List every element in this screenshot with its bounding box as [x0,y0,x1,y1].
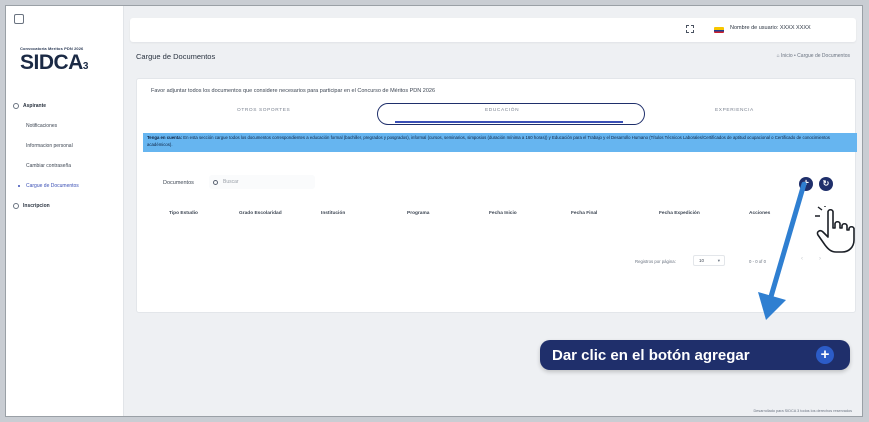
col-programa[interactable]: Programa [407,211,429,216]
user-icon [13,103,19,109]
rows-per-page-select[interactable]: 10 ▾ [693,255,725,266]
col-fecha-final[interactable]: Fecha Final [571,211,597,216]
hand-pointer-icon [815,206,855,253]
breadcrumb-text[interactable]: Inicio • Cargue de Documentos [781,53,850,59]
highlight-outline [377,103,645,125]
user-name[interactable]: Nombre de usuario: XXXX XXXX [730,25,811,31]
search-input[interactable] [223,179,303,185]
app-window: Convocatoria Meritos PDN 2026 SIDCA3 Asp… [5,5,863,417]
sidebar-item-label: Cargue de Documentos [26,183,79,189]
sidebar-item-label: Aspirante [23,103,47,109]
col-fecha-inicio[interactable]: Fecha Inicio [489,211,517,216]
col-tipo-estudio[interactable]: Tipo Estudio [169,211,198,216]
sidebar-item-cambiar-contrasena[interactable]: Cambiar contraseña [6,156,124,176]
notice-banner: Tenga en cuenta: En esta sección cargue … [143,133,857,152]
tab-otros-soportes[interactable]: OTROS SOPORTES [237,108,290,113]
sidebar-nav: Aspirante Notificaciones Informacion per… [6,96,124,216]
rows-per-page-label: Registros por página: [635,259,676,264]
plus-icon: + [816,346,834,364]
sidebar-item-notificaciones[interactable]: Notificaciones [6,116,124,136]
tab-bar: OTROS SOPORTES EDUCACIÓN EXPERIENCIA [137,103,857,129]
intro-text: Favor adjuntar todos los documentos que … [151,88,436,94]
menu-toggle-icon[interactable] [14,14,24,24]
sidebar-item-aspirante[interactable]: Aspirante [6,96,124,116]
callout-banner: Dar clic en el botón agregar + [540,340,850,370]
fullscreen-icon[interactable] [686,25,694,33]
tab-experiencia[interactable]: EXPERIENCIA [715,108,754,113]
sidebar-item-informacion-personal[interactable]: Informacion personal [6,136,124,156]
sidebar-item-label: Cambiar contraseña [26,163,72,169]
page-title: Cargue de Documentos [136,52,216,61]
search-box [209,175,315,189]
footer-text: Desarrollado para SIDCA 3 todos los dere… [753,409,852,413]
sidebar-item-label: Inscripcion [23,203,50,209]
sidebar: Convocatoria Meritos PDN 2026 SIDCA3 Asp… [6,6,124,416]
notice-title: Tenga en cuenta: [147,135,183,140]
sidebar-item-cargue-documentos[interactable]: Cargue de Documentos [6,176,124,196]
notice-body: En esta sección cargue todos los documen… [147,135,830,147]
active-dot-icon [18,185,20,187]
sidebar-item-label: Notificaciones [26,123,58,129]
clipboard-icon [13,203,19,209]
callout-text: Dar clic en el botón agregar [552,346,750,364]
sidebar-item-inscripcion[interactable]: Inscripcion [6,196,124,216]
chevron-down-icon: ▾ [717,258,720,263]
logo: SIDCA3 [20,51,88,75]
breadcrumb: ⌂ Inicio • Cargue de Documentos [777,53,850,59]
documents-label: Documentos [163,180,194,186]
sidebar-item-label: Informacion personal [26,143,73,149]
col-institucion[interactable]: Institución [321,211,345,216]
rows-per-page-value: 10 [699,258,705,263]
logo-text: SIDCA [20,51,83,74]
colombia-flag-icon [714,27,724,33]
pointer-arrow-icon [758,182,807,320]
col-grado-escolaridad[interactable]: Grado Escolaridad [239,211,282,216]
top-bar: Nombre de usuario: XXXX XXXX [130,18,856,42]
search-icon [213,179,218,185]
logo-version: 3 [82,61,89,72]
col-fecha-expedicion[interactable]: Fecha Expedición [659,211,700,216]
